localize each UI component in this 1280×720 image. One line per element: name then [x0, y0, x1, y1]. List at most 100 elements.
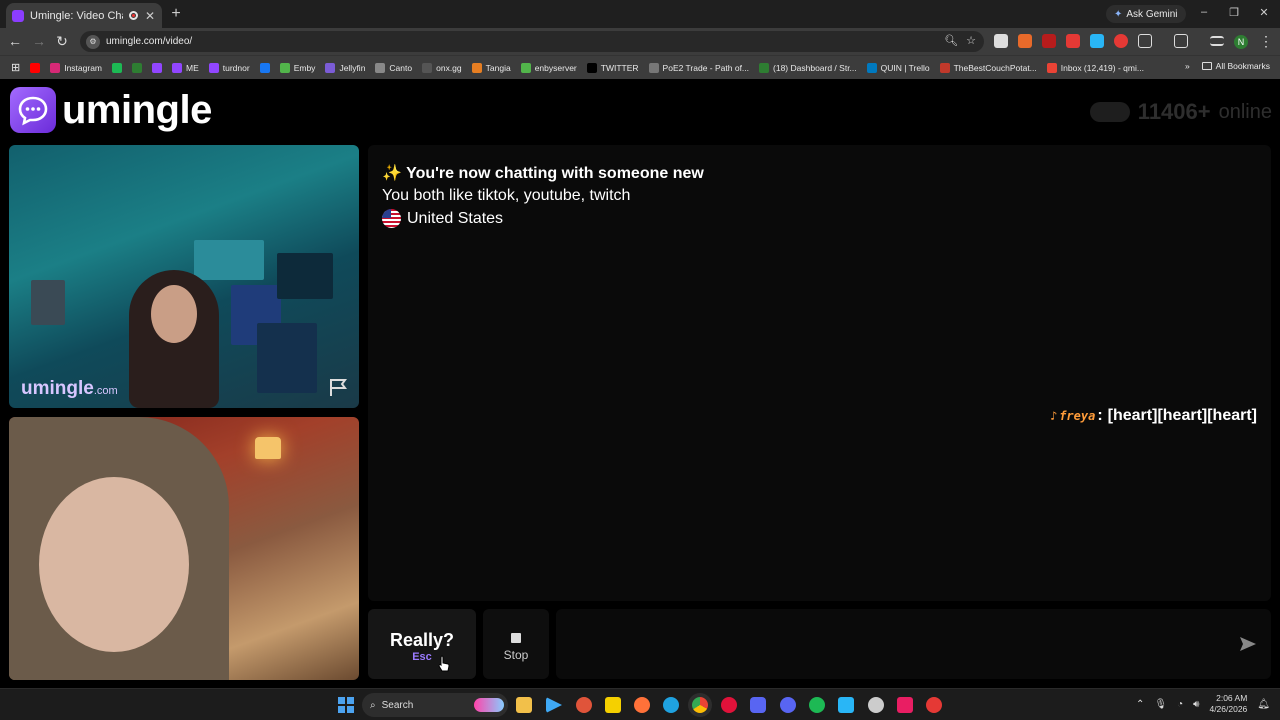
bookmark-item[interactable]: PoE2 Trade - Path of...: [644, 62, 754, 73]
notepad-icon[interactable]: [838, 697, 854, 713]
windows-start-icon[interactable]: [338, 697, 354, 713]
all-bookmarks-button[interactable]: All Bookmarks: [1201, 61, 1270, 71]
bookmark-item[interactable]: [127, 62, 147, 73]
clock[interactable]: 2:06 AM 4/26/2026: [1209, 693, 1247, 715]
extension-blue-icon[interactable]: [1090, 34, 1104, 48]
media-controls-icon[interactable]: [1210, 36, 1224, 46]
site-info-icon[interactable]: ⚙: [86, 34, 100, 49]
recording-indicator-icon: [129, 11, 138, 20]
bookmark-item[interactable]: Inbox (12,419) - qmi...: [1042, 62, 1149, 73]
chrome-icon[interactable]: [692, 697, 708, 713]
lamp: [255, 437, 281, 459]
file-explorer-icon[interactable]: [516, 697, 532, 713]
microphone-icon[interactable]: 🎙︎: [1154, 699, 1167, 710]
extension-heart-icon[interactable]: [1114, 34, 1128, 48]
spotify-icon[interactable]: [809, 697, 825, 713]
bookmark-item[interactable]: [25, 62, 45, 73]
notifications-bell-icon[interactable]: 🔔︎: [1257, 699, 1270, 710]
app-orange-icon[interactable]: [576, 697, 592, 713]
bookmark-label: Emby: [293, 62, 316, 73]
bookmark-item[interactable]: Jellyfin: [320, 62, 370, 73]
volume-icon[interactable]: 🔊︎: [1193, 699, 1199, 710]
wall-poster: [277, 253, 333, 299]
bookmark-star-icon[interactable]: ☆: [966, 34, 976, 47]
back-arrow-icon[interactable]: ←: [7, 33, 23, 49]
firefox-icon[interactable]: [634, 697, 650, 713]
logo-wordmark: umingle: [62, 87, 212, 132]
more-bookmarks-chevron-icon[interactable]: »: [1185, 61, 1190, 71]
edge-icon[interactable]: [663, 697, 679, 713]
app-blue-icon[interactable]: [750, 697, 766, 713]
new-tab-button[interactable]: +: [168, 5, 184, 23]
browser-tab[interactable]: Umingle: Video Chat with S ✕: [6, 3, 162, 28]
extensions-puzzle-icon[interactable]: [1138, 34, 1152, 48]
bookmark-favicon-icon: [132, 62, 143, 73]
bookmark-label: Instagram: [64, 62, 103, 73]
obs-icon[interactable]: [868, 697, 884, 713]
bookmark-favicon-icon: [30, 62, 41, 73]
cast-icon[interactable]: [1174, 34, 1188, 48]
tiktok-app-icon[interactable]: [897, 697, 913, 713]
bookmark-item[interactable]: onx.gg: [417, 62, 467, 73]
chat-bubble-logo-icon: [10, 87, 56, 133]
bookmark-item[interactable]: [255, 62, 275, 73]
ask-gemini-button[interactable]: ✦ Ask Gemini: [1106, 5, 1186, 23]
bookmark-label: (18) Dashboard / Str...: [773, 62, 857, 73]
extension-fox-icon[interactable]: [1018, 34, 1032, 48]
bookmark-item[interactable]: [107, 62, 127, 73]
restore-button[interactable]: ❐: [1226, 6, 1242, 19]
bookmark-item[interactable]: QUIN | Trello: [862, 62, 935, 73]
extension-youtube-icon[interactable]: [1066, 34, 1080, 48]
umingle-logo[interactable]: umingle: [10, 87, 212, 133]
bookmark-item[interactable]: TheBestCouchPotat...: [935, 62, 1042, 73]
tab-close-button[interactable]: ✕: [144, 9, 156, 23]
extension-red-icon[interactable]: [1042, 34, 1056, 48]
tray-overflow-chevron-icon[interactable]: ⌃: [1136, 699, 1144, 710]
bookmark-label: TWITTER: [600, 62, 639, 73]
taskbar-search[interactable]: ⌕ Search: [362, 693, 508, 717]
profile-avatar[interactable]: N: [1234, 35, 1248, 49]
extension-k-icon[interactable]: [994, 34, 1008, 48]
wifi-icon[interactable]: ◔: [1177, 699, 1183, 710]
bookmark-item[interactable]: ME: [167, 62, 204, 73]
bookmark-favicon-icon: [866, 62, 877, 73]
message-input[interactable]: [566, 609, 1226, 679]
skip-confirm-button[interactable]: Really? Esc: [368, 609, 476, 679]
online-toggle[interactable]: [1089, 102, 1130, 122]
bookmark-item[interactable]: Emby: [275, 62, 321, 73]
bookmark-item[interactable]: Canto: [370, 62, 417, 73]
message-colon: :: [1097, 407, 1103, 424]
system-tray: ⌃ 🎙︎ ◔ 🔊︎ 2:06 AM 4/26/2026 🔔︎: [1136, 693, 1270, 715]
discord-icon[interactable]: [780, 697, 796, 713]
close-window-button[interactable]: ✕: [1256, 6, 1272, 19]
media-player-icon[interactable]: [546, 697, 562, 713]
sticky-notes-icon[interactable]: [605, 697, 621, 713]
address-bar[interactable]: ⚙ umingle.com/video/ 🔍︎ ☆: [80, 31, 984, 52]
bookmark-item[interactable]: turdnor: [204, 62, 255, 73]
stop-button[interactable]: Stop: [483, 609, 549, 679]
zoom-icon[interactable]: 🔍︎: [944, 34, 958, 47]
app-red-icon[interactable]: [926, 697, 942, 713]
menu-dots-icon[interactable]: ⋮: [1258, 33, 1274, 49]
url-text: umingle.com/video/: [106, 36, 193, 47]
chat-status-text: You're now chatting with someone new: [406, 165, 704, 182]
minimize-button[interactable]: –: [1196, 6, 1212, 18]
send-icon[interactable]: [1239, 636, 1257, 652]
bookmark-item[interactable]: enbyserver: [516, 62, 582, 73]
bookmark-item[interactable]: TWITTER: [582, 62, 644, 73]
bookmark-item[interactable]: (18) Dashboard / Str...: [754, 62, 862, 73]
forward-arrow-icon[interactable]: →: [31, 33, 47, 49]
esc-shortcut-label: Esc: [412, 651, 432, 663]
report-flag-icon[interactable]: [327, 376, 349, 398]
bookmark-label: Inbox (12,419) - qmi...: [1060, 62, 1144, 73]
opera-icon[interactable]: [721, 697, 737, 713]
umingle-page: umingle 11406+ online umingle.com ✨ You'…: [0, 79, 1280, 688]
apps-grid-icon[interactable]: ⊞: [6, 61, 25, 74]
bookmark-label: TheBestCouchPotat...: [953, 62, 1037, 73]
bookmark-item[interactable]: Tangia: [467, 62, 516, 73]
reload-icon[interactable]: ↻: [54, 33, 70, 49]
bookmark-item[interactable]: Instagram: [45, 62, 107, 73]
mouse-pointer-icon: [438, 655, 450, 672]
bookmark-item[interactable]: [147, 62, 167, 73]
watermark-suffix: .com: [93, 385, 118, 397]
